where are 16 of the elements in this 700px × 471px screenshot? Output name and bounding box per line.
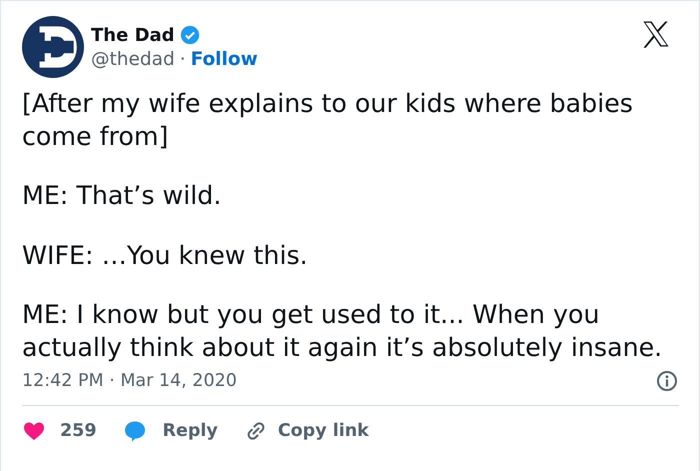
timestamp[interactable]: 12:42 PM · Mar 14, 2020 xyxy=(22,371,237,391)
tweet-text: [After my wife explains to our kids where babies come from] xyxy=(22,88,634,152)
avatar-icon[interactable] xyxy=(22,16,84,78)
author-handle[interactable]: @thedad xyxy=(91,48,175,70)
tweet-text: ME: I know but you get used to it... When you actually think about it again it’s absolutely insane. xyxy=(22,299,664,364)
tweet-text: WIFE: …You knew this. xyxy=(22,240,309,272)
follow-link[interactable]: Follow xyxy=(190,48,258,70)
speech-bubble-icon xyxy=(122,419,147,443)
reply-button[interactable]: Reply xyxy=(122,415,218,447)
x-logo-icon[interactable] xyxy=(641,19,671,49)
tweet-text: ME: That’s wild. xyxy=(22,180,222,212)
separator-dot: · xyxy=(180,48,186,70)
copy-link-button[interactable]: Copy link xyxy=(244,415,369,447)
like-button[interactable]: 259 xyxy=(22,415,97,447)
info-icon[interactable] xyxy=(655,369,679,393)
author-name[interactable]: The Dad xyxy=(91,24,175,46)
